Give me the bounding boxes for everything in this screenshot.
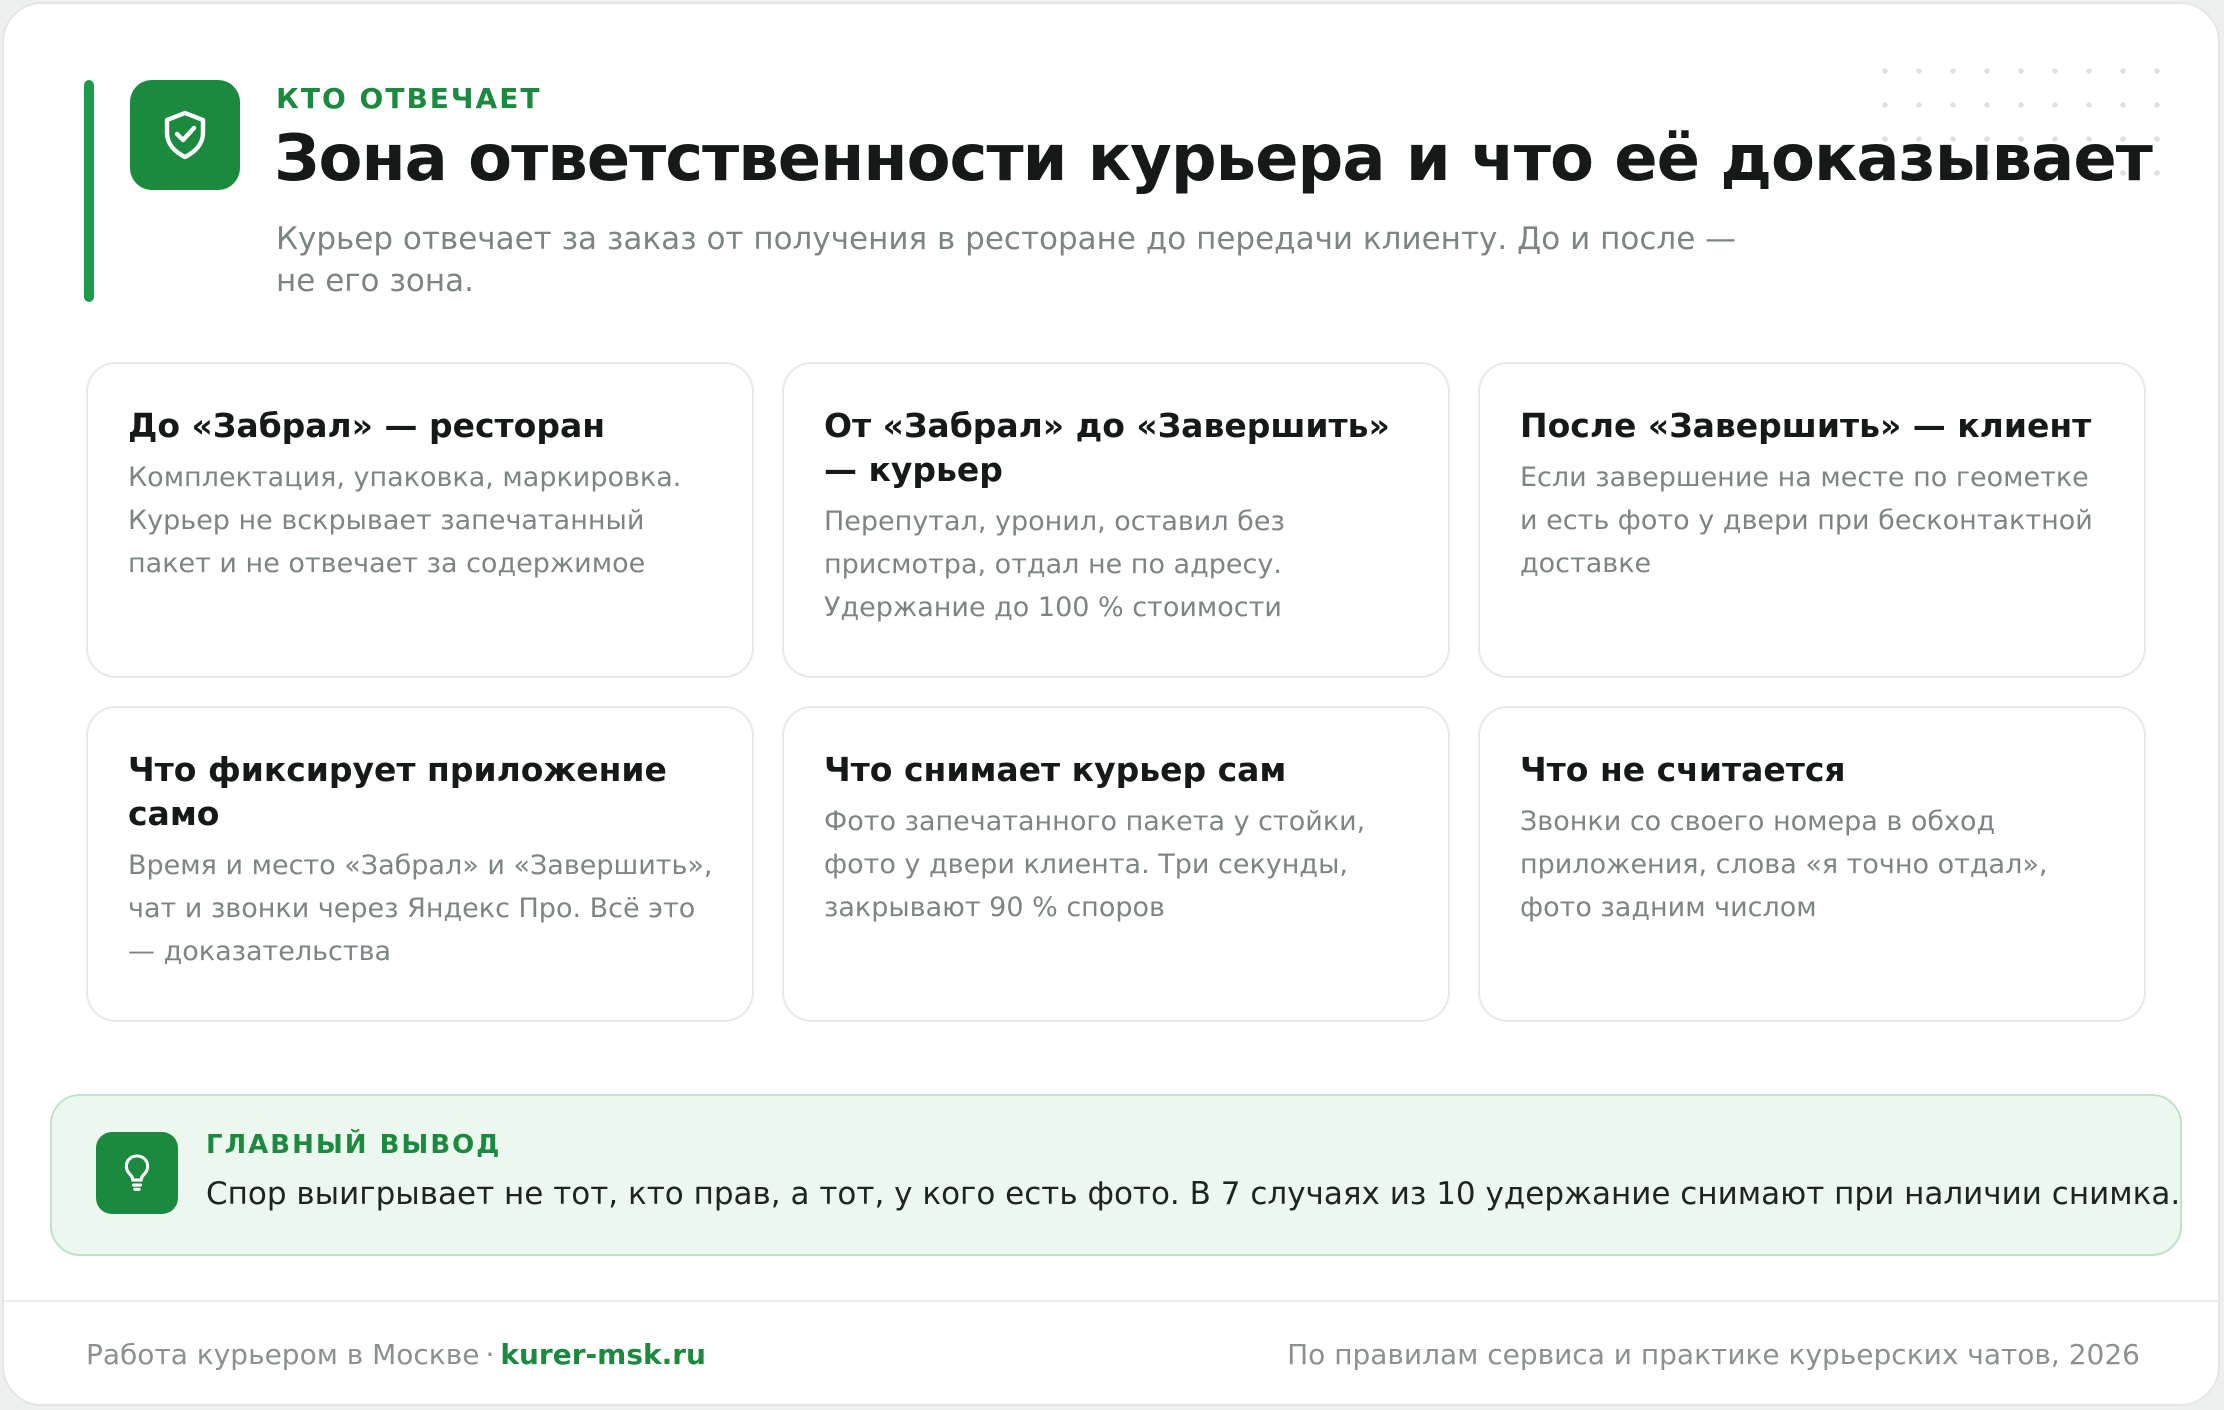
tile-title: От «Забрал» до «Завершить» — курьер <box>824 406 1390 489</box>
tile-text: Звонки со своего номера в обход приложен… <box>1520 806 2048 923</box>
footer-left-text: Работа курьером в Москве <box>86 1338 480 1371</box>
tile-after-complete: После «Завершить» — клиент Если завершен… <box>1478 362 2146 678</box>
tile-not-counted: Что не считается Звонки со своего номера… <box>1478 706 2146 1022</box>
header-accent-bar <box>84 80 94 302</box>
tile-app-records: Что фиксирует приложение само Время и ме… <box>86 706 754 1022</box>
lightbulb-icon <box>124 1154 150 1191</box>
page-title: Зона ответственности курьера и что её до… <box>274 122 2153 196</box>
tile-before-pickup: До «Забрал» — ресторан Комплектация, упа… <box>86 362 754 678</box>
footer-site-link[interactable]: kurer-msk.ru <box>500 1338 706 1371</box>
footer-note: По правилам сервиса и практике курьерски… <box>1287 1338 2140 1371</box>
takeaway-callout: ГЛАВНЫЙ ВЫВОД Спор выигрывает не тот, кт… <box>50 1094 2182 1256</box>
tile-title: До «Забрал» — ресторан <box>128 406 606 445</box>
tile-text: Перепутал, уронил, оставил без присмотра… <box>824 506 1285 623</box>
footer-source: Работа курьером в Москве · kurer-msk.ru <box>86 1338 706 1371</box>
tile-text: Время и место «Забрал» и «Завершить», ча… <box>128 850 713 967</box>
tile-text: Если завершение на месте по геометке и е… <box>1520 462 2093 579</box>
takeaway-label: ГЛАВНЫЙ ВЫВОД <box>206 1130 502 1160</box>
lightbulb-badge <box>96 1132 178 1214</box>
tile-title: После «Завершить» — клиент <box>1520 406 2092 445</box>
tile-courier-photos: Что снимает курьер сам Фото запечатанног… <box>782 706 1450 1022</box>
shield-badge <box>130 80 240 190</box>
tile-title: Что не считается <box>1520 750 1846 789</box>
section-kicker: КТО ОТВЕЧАЕТ <box>276 82 542 115</box>
tile-title: Что снимает курьер сам <box>824 750 1287 789</box>
footer-separator: · <box>485 1338 495 1371</box>
infographic-card: КТО ОТВЕЧАЕТ Зона ответственности курьер… <box>2 2 2220 1406</box>
tile-courier-zone: От «Забрал» до «Завершить» — курьер Пере… <box>782 362 1450 678</box>
tile-title: Что фиксирует приложение само <box>128 750 667 833</box>
tile-text: Комплектация, упаковка, маркировка. Курь… <box>128 462 682 579</box>
footer-divider <box>4 1300 2218 1302</box>
tile-text: Фото запечатанного пакета у стойки, фото… <box>824 806 1366 923</box>
takeaway-text: Спор выигрывает не тот, кто прав, а тот,… <box>206 1176 2181 1212</box>
shield-check-icon <box>164 110 206 160</box>
page-subtitle: Курьер отвечает за заказ от получения в … <box>276 221 1737 299</box>
